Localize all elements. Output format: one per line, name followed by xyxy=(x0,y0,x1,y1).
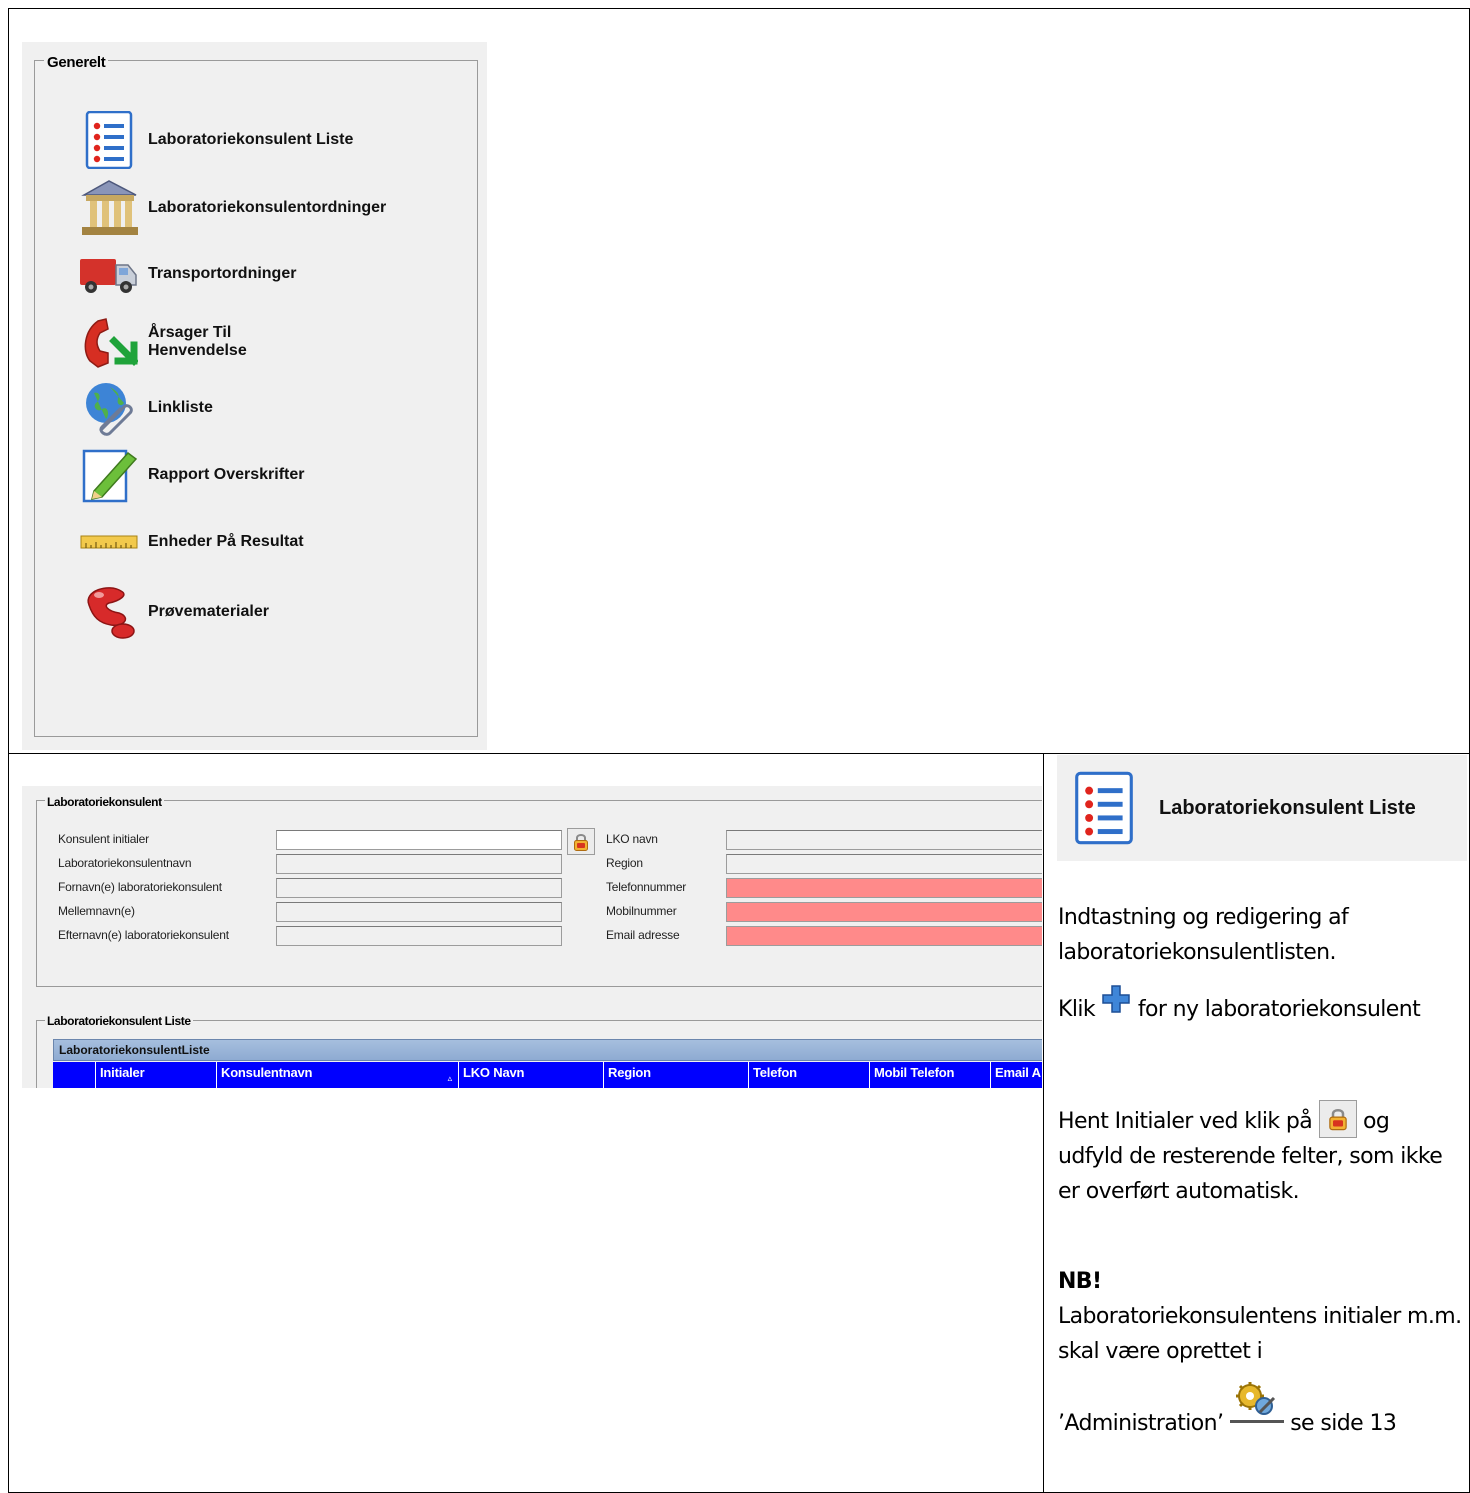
plus-icon xyxy=(1102,985,1131,1013)
list-title: Laboratoriekonsulent Liste xyxy=(45,1014,193,1028)
table-column-divider xyxy=(1043,753,1044,1493)
mobilnummer-label: Mobilnummer xyxy=(606,904,677,918)
klik-text: Klik xyxy=(1058,997,1096,1022)
ribbon-label: Laboratoriekonsulent Liste xyxy=(1159,796,1416,819)
generelt-item-label: Rapport Overskrifter xyxy=(148,466,305,483)
email-adresse-field[interactable] xyxy=(726,926,1042,946)
list-icon xyxy=(78,110,140,170)
building-icon xyxy=(78,178,140,238)
telefonnummer-label: Telefonnummer xyxy=(606,880,687,894)
column-header-region[interactable]: Region xyxy=(604,1062,749,1088)
klik-rest-text: for ny laboratoriekonsulent xyxy=(1137,997,1421,1022)
generelt-panel: Generelt Laboratoriekonsulent Liste Labo… xyxy=(22,42,487,750)
hent-instruction: Hent Initialer ved klik på og udfyld de … xyxy=(1058,1100,1453,1209)
list-icon xyxy=(1073,770,1135,846)
grid-caption: LaboratoriekonsulentListe xyxy=(53,1039,1042,1061)
nb-text: Laboratoriekonsulentens initialer m.m. s… xyxy=(1058,1304,1462,1364)
konsulent-initialer-input[interactable] xyxy=(277,831,561,849)
mellemnavn-field[interactable] xyxy=(276,902,562,922)
generelt-item-rapport-overskrifter[interactable]: Rapport Overskrifter xyxy=(78,445,478,505)
generelt-item-label: Årsager Til Henvendelse xyxy=(148,324,247,359)
ruler-icon xyxy=(78,512,140,572)
generelt-item-label: Laboratoriekonsulent Liste xyxy=(148,131,354,148)
generelt-item-label: Linkliste xyxy=(148,399,213,416)
laboratoriekonsulent-liste-ribbon[interactable]: Laboratoriekonsulent Liste xyxy=(1057,755,1467,861)
generelt-item-transportordninger[interactable]: Transportordninger xyxy=(78,244,478,304)
sample-blob-icon xyxy=(78,582,140,642)
mobilnummer-input[interactable] xyxy=(727,903,1042,921)
grid-header-row: Initialer Konsulentnavn ▵ LKO Navn Regio… xyxy=(53,1062,1042,1088)
efternavn-input[interactable] xyxy=(277,927,561,945)
globe-link-icon xyxy=(78,378,140,438)
fornavn-input[interactable] xyxy=(277,879,561,897)
truck-icon xyxy=(78,244,140,304)
column-header-initialer[interactable]: Initialer xyxy=(96,1062,217,1088)
telefonnummer-input[interactable] xyxy=(727,879,1042,897)
column-header-lko-navn[interactable]: LKO Navn xyxy=(459,1062,604,1088)
nb-label: NB! xyxy=(1058,1269,1102,1294)
mobilnummer-field[interactable] xyxy=(726,902,1042,922)
description-text: Indtastning og redigering af laboratorie… xyxy=(1058,905,1349,965)
phone-icon xyxy=(78,312,140,372)
edit-pencil-icon xyxy=(78,445,140,505)
generelt-item-laboratoriekonsulent-liste[interactable]: Laboratoriekonsulent Liste xyxy=(78,110,478,170)
mellemnavn-label: Mellemnavn(e) xyxy=(58,904,135,918)
column-header-telefon[interactable]: Telefon xyxy=(749,1062,870,1088)
form-title: Laboratoriekonsulent xyxy=(45,795,164,809)
efternavn-label: Efternavn(e) laboratoriekonsulent xyxy=(58,928,229,942)
telefonnummer-field[interactable] xyxy=(726,878,1042,898)
fetch-initials-button[interactable] xyxy=(567,828,595,855)
column-header-mobil-telefon[interactable]: Mobil Telefon xyxy=(870,1062,991,1088)
admin-reference: ’Administration’ se side 13 xyxy=(1058,1380,1463,1441)
column-header-email[interactable]: Email A xyxy=(991,1062,1042,1088)
mellemnavn-input[interactable] xyxy=(277,903,561,921)
generelt-item-provematerialer[interactable]: Prøvematerialer xyxy=(78,582,478,642)
generelt-item-label: Laboratoriekonsulentordninger xyxy=(148,199,387,216)
nb-heading: NB! xyxy=(1058,1264,1458,1299)
konsulent-initialer-label: Konsulent initialer xyxy=(58,832,149,846)
hent-text: Hent Initialer ved klik på xyxy=(1058,1109,1313,1134)
generelt-item-linkliste[interactable]: Linkliste xyxy=(78,378,478,438)
generelt-title: Generelt xyxy=(44,54,109,71)
generelt-item-enheder-pa-resultat[interactable]: Enheder På Resultat xyxy=(78,512,478,572)
laboratoriekonsulentnavn-label: Laboratoriekonsulentnavn xyxy=(58,856,192,870)
region-label: Region xyxy=(606,856,643,870)
region-field[interactable] xyxy=(726,854,1042,874)
laboratoriekonsulentnavn-input[interactable] xyxy=(277,855,561,873)
laboratoriekonsulentnavn-field[interactable] xyxy=(276,854,562,874)
email-adresse-label: Email adresse xyxy=(606,928,680,942)
generelt-item-laboratoriekonsulentordninger[interactable]: Laboratoriekonsulentordninger xyxy=(78,178,478,238)
laboratoriekonsulent-panel: Laboratoriekonsulent Konsulent initialer… xyxy=(22,786,1042,1088)
column-header-konsulentnavn[interactable]: Konsulentnavn ▵ xyxy=(217,1062,459,1088)
fornavn-label: Fornavn(e) laboratoriekonsulent xyxy=(58,880,222,894)
email-adresse-input[interactable] xyxy=(727,927,1042,945)
klik-instruction: Klik for ny laboratoriekonsulent xyxy=(1058,984,1448,1027)
sort-ascending-icon: ▵ xyxy=(447,1073,453,1083)
konsulent-initialer-field[interactable] xyxy=(276,830,562,850)
padlock-icon xyxy=(574,833,588,851)
grid-row-selector-header[interactable] xyxy=(53,1062,96,1088)
generelt-item-arsager-til-henvendelse[interactable]: Årsager Til Henvendelse xyxy=(78,312,478,372)
lko-navn-input[interactable] xyxy=(727,831,1042,849)
admin-text: ’Administration’ xyxy=(1058,1411,1224,1436)
generelt-item-label: Enheder På Resultat xyxy=(148,533,304,550)
admin-rest-text: se side 13 xyxy=(1290,1411,1397,1436)
table-row-divider xyxy=(8,753,1470,754)
region-input[interactable] xyxy=(727,855,1042,873)
fornavn-field[interactable] xyxy=(276,878,562,898)
generelt-item-label: Transportordninger xyxy=(148,265,297,282)
generelt-item-label: Prøvematerialer xyxy=(148,603,269,620)
column-header-label: Konsulentnavn xyxy=(221,1065,313,1080)
efternavn-field[interactable] xyxy=(276,926,562,946)
lko-navn-field[interactable] xyxy=(726,830,1042,850)
padlock-button-icon xyxy=(1318,1100,1357,1138)
lko-navn-label: LKO navn xyxy=(606,832,658,846)
administration-gear-icon xyxy=(1229,1380,1284,1426)
